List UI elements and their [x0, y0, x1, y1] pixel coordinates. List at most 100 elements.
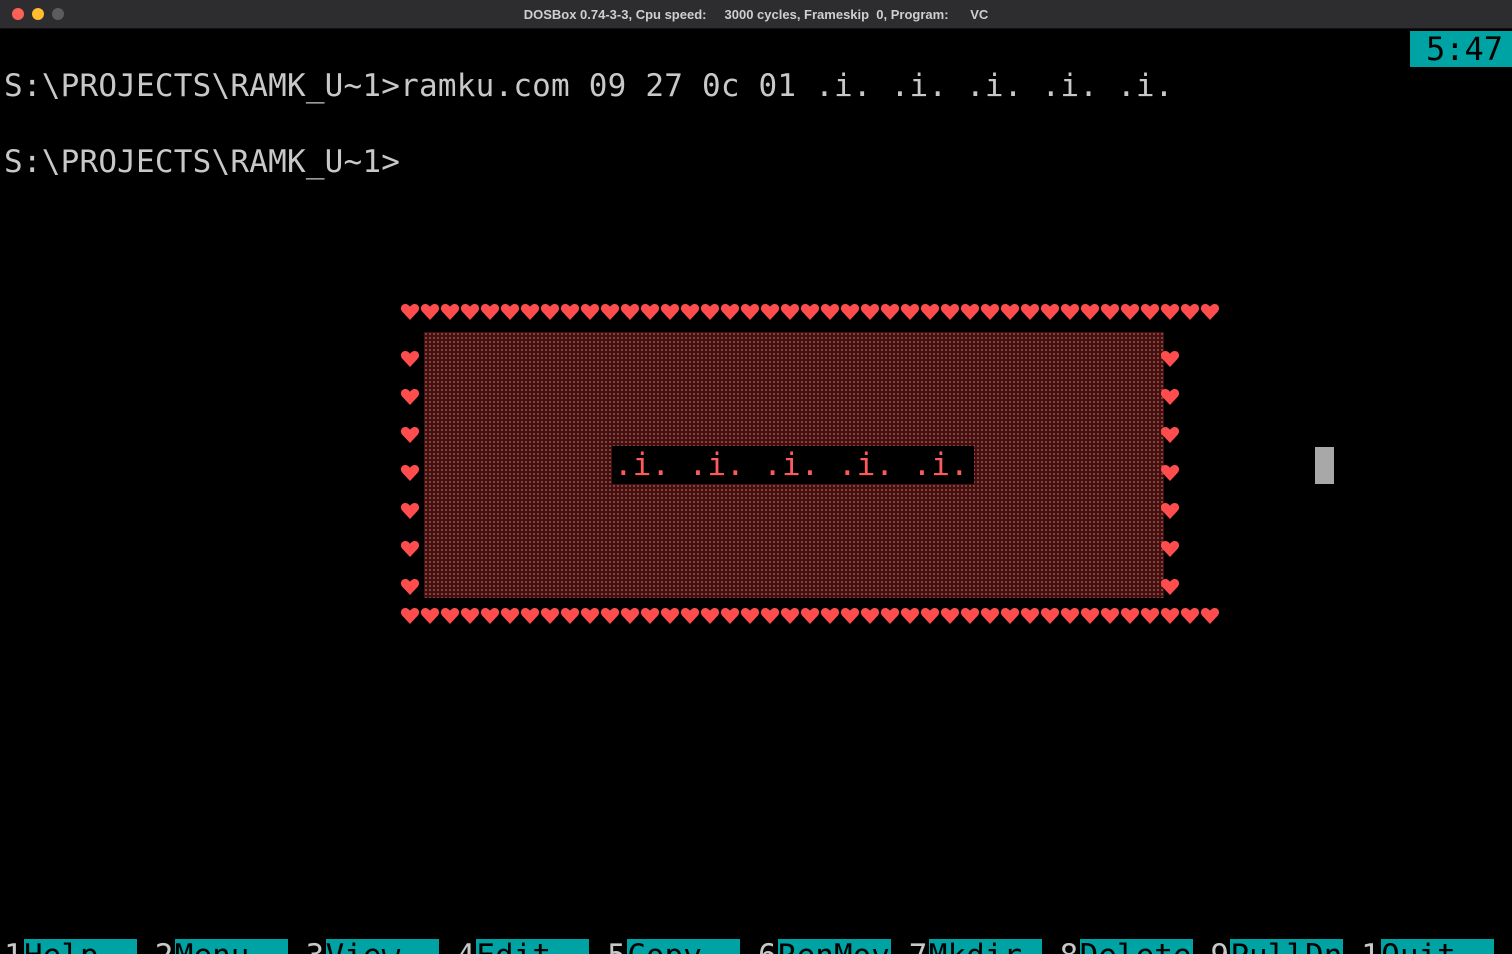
heart-icon	[620, 606, 640, 626]
heart-icon	[900, 302, 920, 322]
fkey-label: Delete	[1079, 939, 1193, 954]
heart-icon	[580, 606, 600, 626]
heart-icon	[1160, 463, 1180, 483]
heart-icon	[980, 302, 1000, 322]
heart-icon	[780, 606, 800, 626]
heart-icon	[400, 387, 420, 407]
heart-icon	[480, 302, 500, 322]
heart-icon	[1060, 606, 1080, 626]
title-bar: DOSBox 0.74-3-3, Cpu speed: 3000 cycles,…	[0, 0, 1512, 29]
heart-icon	[720, 302, 740, 322]
heart-icon	[540, 302, 560, 322]
text-cursor	[1315, 447, 1334, 484]
fkey-view[interactable]: 3View	[305, 939, 457, 954]
fkey-number: 2	[154, 939, 175, 954]
heart-icon	[720, 606, 740, 626]
fkey-mkdir[interactable]: 7Mkdir	[908, 939, 1060, 954]
heart-icon	[600, 302, 620, 322]
heart-icon	[520, 302, 540, 322]
heart-icon	[400, 539, 420, 559]
heart-icon	[500, 606, 520, 626]
fkey-label: Edit	[476, 939, 590, 954]
function-key-bar: 1Help 2Menu 3View 4Edit 5Copy 6RenMov 7M…	[4, 939, 1512, 954]
heart-icon	[1080, 302, 1100, 322]
heart-icon	[400, 302, 420, 322]
heart-icon	[760, 606, 780, 626]
heart-icon	[1160, 577, 1180, 597]
heart-icon	[920, 302, 940, 322]
heart-icon	[680, 302, 700, 322]
heart-icon	[500, 302, 520, 322]
fkey-number: 8	[1059, 939, 1080, 954]
command-prompt[interactable]: S:\PROJECTS\RAMK_U~1>	[4, 143, 400, 181]
heart-icon	[460, 302, 480, 322]
heart-icon	[640, 606, 660, 626]
heart-icon	[820, 302, 840, 322]
fkey-number: 4	[456, 939, 477, 954]
heart-icon	[1140, 606, 1160, 626]
heart-icon	[480, 606, 500, 626]
fkey-help[interactable]: 1Help	[4, 939, 155, 954]
fkey-number: 6	[757, 939, 778, 954]
heart-icon	[940, 302, 960, 322]
heart-border-right	[1160, 340, 1182, 606]
fkey-edit[interactable]: 4Edit	[456, 939, 607, 954]
heart-icon	[400, 501, 420, 521]
heart-icon	[600, 606, 620, 626]
heart-icon	[1160, 387, 1180, 407]
fkey-menu[interactable]: 2Menu	[154, 939, 306, 954]
heart-icon	[460, 606, 480, 626]
fkey-label: Mkdir	[928, 939, 1042, 954]
heart-icon	[1020, 606, 1040, 626]
heart-icon	[840, 302, 860, 322]
heart-icon	[980, 606, 1000, 626]
heart-icon	[840, 606, 860, 626]
heart-icon	[540, 606, 560, 626]
heart-icon	[1020, 302, 1040, 322]
heart-icon	[860, 606, 880, 626]
heart-icon	[740, 606, 760, 626]
fkey-pulldn[interactable]: 9PullDn	[1210, 939, 1361, 954]
heart-icon	[700, 606, 720, 626]
heart-icon	[1100, 606, 1120, 626]
clock-display: 5:47	[1410, 31, 1512, 67]
heart-icon	[1000, 606, 1020, 626]
heart-icon	[420, 302, 440, 322]
heart-icon	[1120, 302, 1140, 322]
fkey-label: RenMov	[777, 939, 891, 954]
fkey-label: Copy	[627, 939, 741, 954]
heart-icon	[1120, 606, 1140, 626]
heart-icon	[820, 606, 840, 626]
heart-border-left	[400, 340, 422, 606]
heart-icon	[400, 606, 420, 626]
dos-screen[interactable]: 5:47 S:\PROJECTS\RAMK_U~1>ramku.com 09 2…	[4, 29, 1512, 954]
heart-icon	[760, 302, 780, 322]
heart-icon	[440, 302, 460, 322]
heart-icon	[960, 302, 980, 322]
heart-icon	[1100, 302, 1120, 322]
heart-icon	[1040, 302, 1060, 322]
heart-icon	[1140, 302, 1160, 322]
heart-icon	[940, 606, 960, 626]
fkey-label: Quit	[1381, 939, 1495, 954]
fkey-label: Menu	[174, 939, 288, 954]
heart-icon	[1040, 606, 1060, 626]
fkey-number: 9	[1210, 939, 1231, 954]
fkey-copy[interactable]: 5Copy	[607, 939, 758, 954]
fkey-renmov[interactable]: 6RenMov	[757, 939, 909, 954]
heart-icon	[880, 302, 900, 322]
heart-icon	[1000, 302, 1020, 322]
heart-icon	[640, 302, 660, 322]
command-line-1: S:\PROJECTS\RAMK_U~1>ramku.com 09 27 0c …	[4, 68, 1174, 104]
heart-icon	[800, 302, 820, 322]
heart-icon	[740, 302, 760, 322]
heart-icon	[660, 302, 680, 322]
heart-icon	[1080, 606, 1100, 626]
heart-icon	[1060, 302, 1080, 322]
heart-icon	[400, 425, 420, 445]
fkey-quit[interactable]: 10Quit	[1361, 939, 1512, 954]
heart-icon	[520, 606, 540, 626]
heart-icon	[780, 302, 800, 322]
fkey-delete[interactable]: 8Delete	[1059, 939, 1211, 954]
heart-icon	[620, 302, 640, 322]
